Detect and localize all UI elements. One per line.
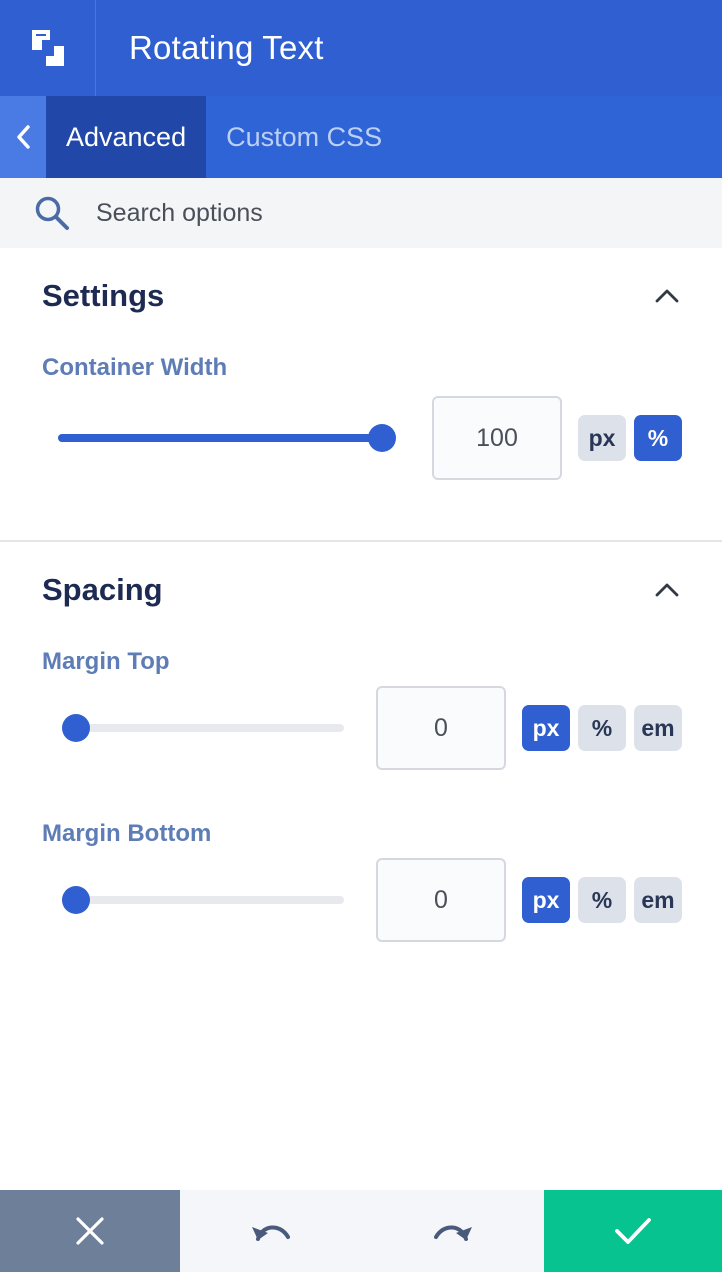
unit-percent-button[interactable]: % <box>634 415 682 461</box>
slider-fill <box>58 434 382 442</box>
unit-px-button[interactable]: px <box>578 415 626 461</box>
unit-em-button[interactable]: em <box>634 705 682 751</box>
margin-top-input[interactable] <box>376 686 506 770</box>
container-width-input[interactable] <box>432 396 562 480</box>
tab-custom-css[interactable]: Custom CSS <box>206 96 402 178</box>
margin-top-slider[interactable] <box>62 713 344 743</box>
slider-thumb[interactable] <box>368 424 396 452</box>
chevron-up-icon <box>655 289 679 303</box>
margin-bottom-slider[interactable] <box>62 885 344 915</box>
unit-em-button[interactable]: em <box>634 877 682 923</box>
chevron-up-icon <box>655 583 679 597</box>
cancel-button[interactable] <box>0 1190 180 1272</box>
unit-px-button[interactable]: px <box>522 705 570 751</box>
undo-button[interactable] <box>180 1190 362 1272</box>
panel-title: Rotating Text <box>129 29 324 66</box>
logo[interactable] <box>0 0 96 96</box>
container-width-label: Container Width <box>42 354 228 381</box>
tab-bar: Advanced Custom CSS <box>0 96 722 178</box>
slider-track <box>62 896 344 904</box>
search-icon <box>35 196 69 230</box>
back-button[interactable] <box>0 96 46 178</box>
search-input[interactable] <box>96 198 656 228</box>
unit-px-button[interactable]: px <box>522 877 570 923</box>
undo-icon <box>252 1225 290 1241</box>
tab-advanced[interactable]: Advanced <box>46 96 207 178</box>
slider-thumb[interactable] <box>62 714 90 742</box>
confirm-button[interactable] <box>544 1190 722 1272</box>
redo-button[interactable] <box>362 1190 544 1272</box>
redo-icon <box>434 1225 472 1241</box>
slider-track <box>62 724 344 732</box>
action-footer <box>0 1190 722 1272</box>
container-width-slider[interactable] <box>58 423 396 453</box>
settings-section-header[interactable]: Settings <box>42 274 682 318</box>
section-divider <box>0 540 722 542</box>
check-icon <box>615 1218 651 1244</box>
panel-header: Rotating Text <box>0 0 722 96</box>
chevron-left-icon <box>17 125 30 149</box>
section-title-settings: Settings <box>42 278 165 313</box>
unit-percent-button[interactable]: % <box>578 877 626 923</box>
close-icon <box>76 1217 104 1245</box>
margin-top-label: Margin Top <box>42 648 170 675</box>
builder-logo-icon <box>31 30 64 66</box>
spacing-section-header[interactable]: Spacing <box>42 568 682 612</box>
margin-bottom-input[interactable] <box>376 858 506 942</box>
unit-percent-button[interactable]: % <box>578 705 626 751</box>
section-title-spacing: Spacing <box>42 572 163 607</box>
margin-bottom-label: Margin Bottom <box>42 820 212 847</box>
search-bar <box>0 178 722 248</box>
slider-thumb[interactable] <box>62 886 90 914</box>
